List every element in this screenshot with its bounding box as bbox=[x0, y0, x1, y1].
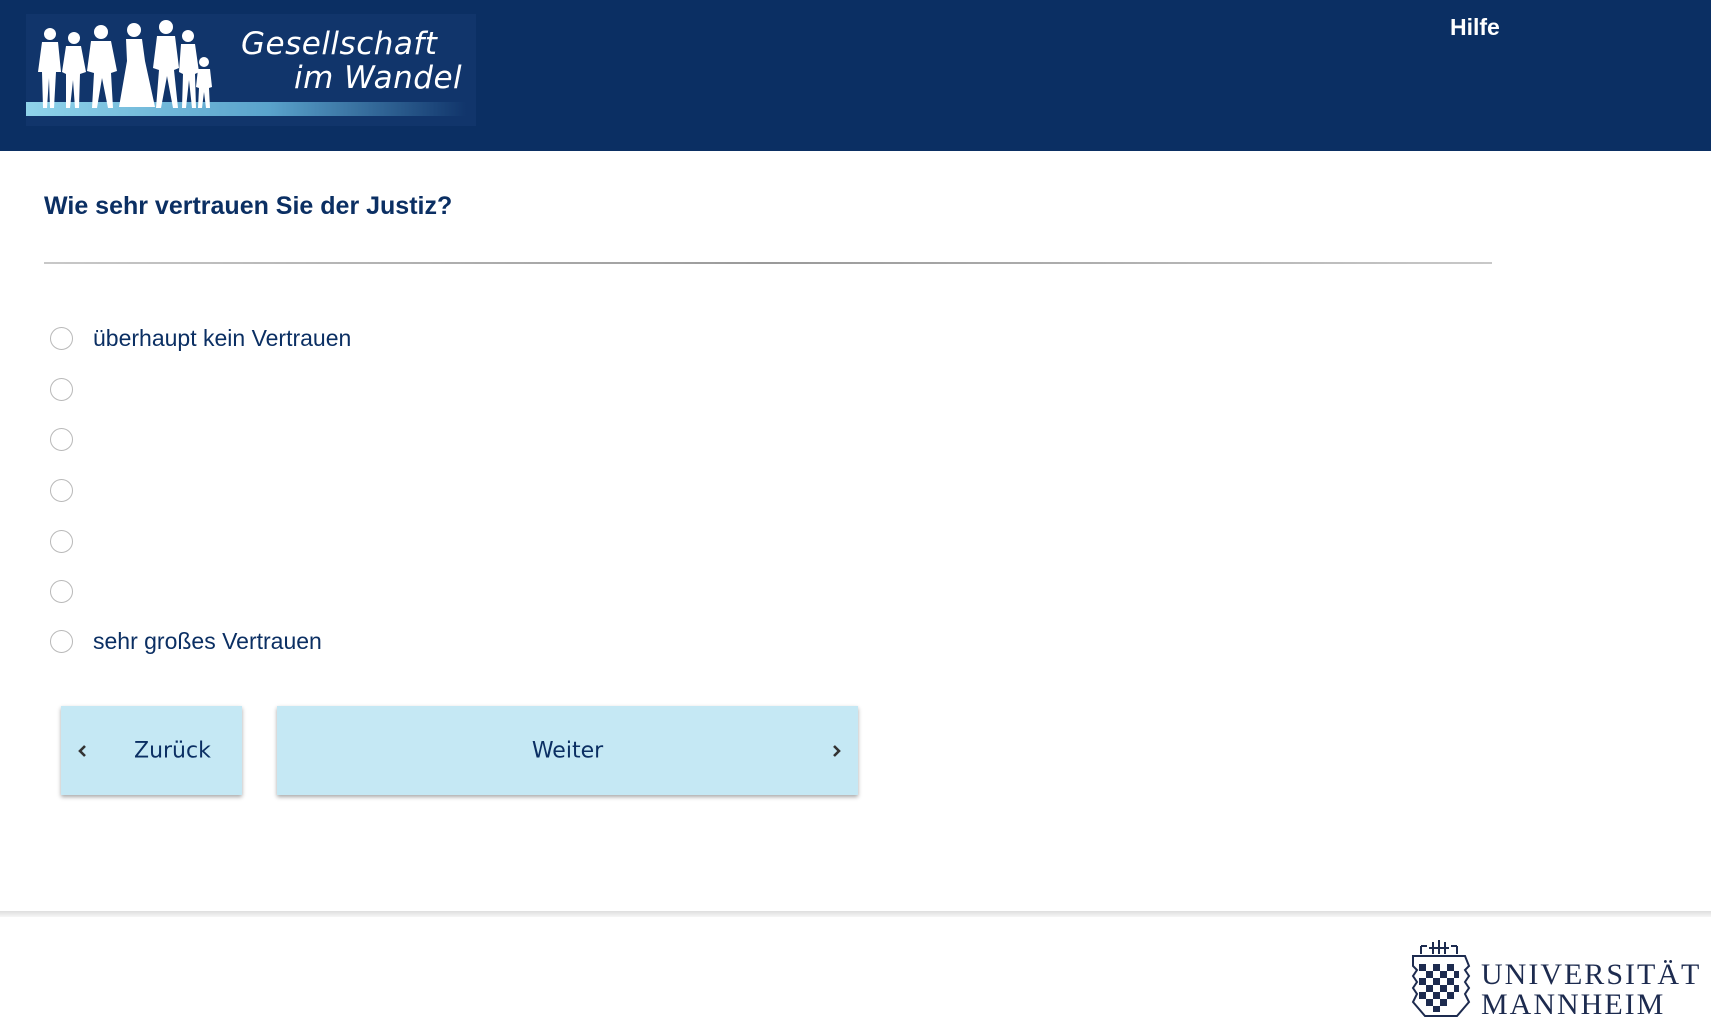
question-title: Wie sehr vertrauen Sie der Justiz? bbox=[44, 192, 453, 220]
next-button[interactable]: Weiter bbox=[277, 706, 858, 795]
answer-option-label: überhaupt kein Vertrauen bbox=[93, 324, 352, 351]
back-button[interactable]: Zurück bbox=[61, 706, 242, 795]
radio-button[interactable] bbox=[50, 579, 73, 603]
divider bbox=[44, 262, 1492, 264]
gesellschaft-im-wandel-logo: Gesellschaft im Wandel bbox=[26, 14, 476, 126]
university-crest-icon bbox=[1411, 940, 1471, 1017]
university-name-line2: MANNHEIM bbox=[1481, 988, 1666, 1021]
answer-option-5[interactable] bbox=[48, 519, 748, 563]
radio-button[interactable] bbox=[50, 478, 73, 502]
radio-button[interactable] bbox=[50, 427, 73, 451]
radio-button[interactable] bbox=[50, 377, 73, 401]
logo-title-line1: Gesellschaft bbox=[241, 26, 438, 62]
answer-option-3[interactable] bbox=[48, 417, 748, 461]
radio-button[interactable] bbox=[50, 629, 73, 653]
answer-option-1[interactable]: überhaupt kein Vertrauen bbox=[48, 316, 748, 360]
chevron-left-icon bbox=[78, 744, 86, 757]
footer-divider bbox=[0, 911, 1711, 917]
help-link[interactable]: Hilfe bbox=[1450, 14, 1500, 41]
university-mannheim-logo: UNIVERSITÄT MANNHEIM bbox=[1399, 938, 1699, 1024]
site-header: Gesellschaft im Wandel Hilfe bbox=[0, 0, 1711, 151]
answer-option-7[interactable]: sehr großes Vertrauen bbox=[48, 619, 748, 663]
answer-option-label: sehr großes Vertrauen bbox=[93, 627, 322, 654]
back-button-label: Zurück bbox=[134, 738, 211, 763]
answer-option-6[interactable] bbox=[48, 569, 748, 613]
next-button-label: Weiter bbox=[531, 738, 604, 763]
answer-option-4[interactable] bbox=[48, 468, 748, 512]
radio-button[interactable] bbox=[50, 529, 73, 553]
radio-button[interactable] bbox=[50, 326, 73, 350]
chevron-right-icon bbox=[833, 744, 841, 757]
logo-title-line2: im Wandel bbox=[294, 60, 463, 96]
answer-option-2[interactable] bbox=[48, 367, 748, 411]
university-name-line1: UNIVERSITÄT bbox=[1481, 958, 1702, 991]
